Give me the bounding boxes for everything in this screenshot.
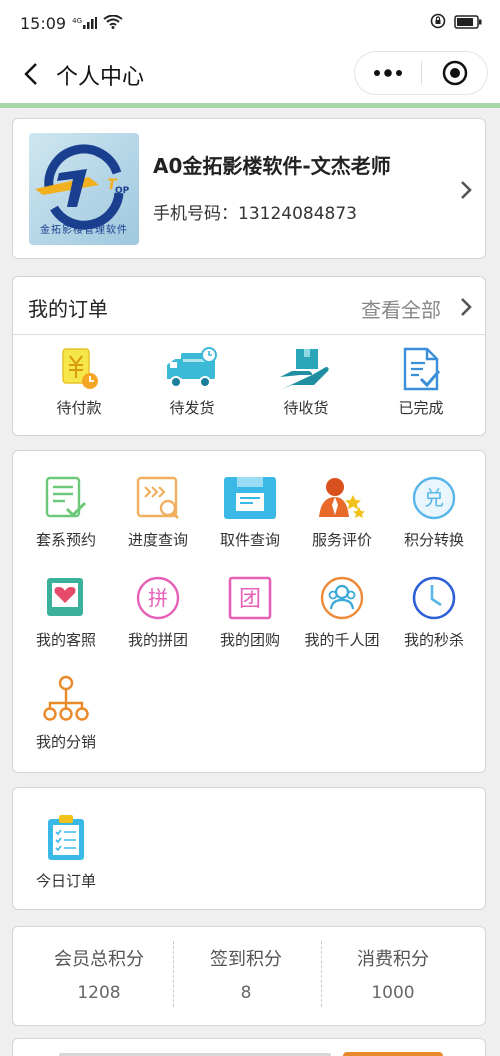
progress-search-icon [136,476,179,519]
service-label: 我的拼团 [127,631,188,649]
points-value: 1000 [371,983,415,1003]
service-label: 积分转换 [403,531,464,549]
service-review[interactable]: 服务评价 [296,475,388,550]
points-title: 签到积分 [210,949,282,970]
page-title: 个人中心 [56,65,145,90]
distribution-tree-icon [43,675,89,721]
package-card-icon [224,477,276,519]
yuan-clock-icon [62,348,98,389]
clipboard-icon [48,815,84,860]
hand-box-icon [280,349,329,389]
truck-icon [167,347,217,388]
alarm-lock-icon [430,13,446,33]
clock-icon [412,576,456,620]
next-section-button[interactable] [343,1052,443,1056]
person-stars-icon [319,478,365,518]
target-circle-icon [442,60,467,86]
chevron-right-icon [461,181,472,199]
order-pending-payment[interactable]: 待付款 [34,347,124,418]
phone-number: 13124084873 [238,204,357,224]
team-buy-glyph: 团 [239,587,261,612]
order-pending-receipt[interactable]: 待收货 [261,347,351,418]
back-button[interactable] [18,60,46,88]
service-label: 服务评价 [311,531,372,549]
battery-icon [454,14,482,33]
service-label: 我的秒杀 [403,631,464,649]
people-group-icon [320,576,364,620]
service-label: 我的分销 [35,733,96,751]
group-buy-glyph: 拼 [148,586,168,610]
wifi-icon [103,14,123,33]
more-dots-icon [374,69,402,77]
service-label: 我的千人团 [304,631,380,649]
exchange-icon: 兑 [412,476,456,520]
points-title: 会员总积分 [54,949,144,970]
service-my-team-buy[interactable]: 团 我的团购 [204,575,296,650]
logo-caption: 金拓影楼管理软件 [40,225,128,236]
today-orders[interactable]: 今日订单 [20,814,112,891]
nav-bar: 个人中心 [0,46,500,104]
service-my-photos[interactable]: 我的客照 [20,575,112,650]
group-buy-icon: 拼 [136,576,180,620]
service-label: 进度查询 [127,531,188,549]
orders-card: 我的订单 查看全部 待付款 待发货 待收货 已完成 [12,276,486,436]
service-points-exchange[interactable]: 兑 积分转换 [388,475,480,550]
photo-heart-icon [47,578,83,616]
order-label: 已完成 [398,399,444,417]
status-time: 15:09 [20,13,67,33]
orders-title: 我的订单 [28,297,108,321]
order-label: 待收货 [283,399,329,417]
service-label: 我的团购 [219,631,280,649]
service-my-thousand-group[interactable]: 我的千人团 [296,575,388,650]
chevron-right-icon [461,298,472,316]
points-card: 会员总积分 1208 签到积分 8 消费积分 1000 [12,926,486,1026]
points-value: 1208 [77,983,121,1003]
close-miniprogram-button[interactable] [422,52,487,94]
view-all-link[interactable]: 查看全部 [361,294,441,323]
status-bar: 15:09 4G [0,0,500,46]
service-pickup-query[interactable]: 取件查询 [204,475,296,550]
phone-label: 手机号码： [153,204,238,224]
points-value: 8 [240,983,252,1003]
points-title: 消费积分 [357,949,429,970]
signal-icon: 4G [72,17,97,29]
points-total[interactable]: 会员总积分 1208 [24,945,174,1003]
header-accent-line [0,103,500,108]
points-signin[interactable]: 签到积分 8 [171,945,321,1003]
order-label: 待发货 [169,399,215,417]
phone-row: 手机号码：13124084873 [153,199,357,224]
chevron-left-icon [24,63,37,85]
order-pending-shipment[interactable]: 待发货 [147,347,237,418]
service-my-group-buy[interactable]: 拼 我的拼团 [112,575,204,650]
more-button[interactable] [355,52,421,94]
services-card: 套系预约 进度查询 取件查询 服务评价 兑 积分转换 我的客照 拼 我的拼团 团… [12,450,486,773]
service-label: 取件查询 [219,531,280,549]
network-type: 4G [72,17,82,25]
today-orders-card: 今日订单 [12,787,486,910]
today-orders-label: 今日订单 [35,872,96,890]
service-my-distribution[interactable]: 我的分销 [20,675,112,752]
orders-header[interactable]: 我的订单 查看全部 [13,277,485,335]
service-label: 我的客照 [35,631,96,649]
service-label: 套系预约 [35,531,96,549]
avatar: T OP 金拓影楼管理软件 [29,133,139,245]
document-check-icon [403,347,441,391]
team-buy-icon: 团 [228,576,272,620]
svg-text:OP: OP [115,186,130,196]
exchange-glyph: 兑 [424,486,444,510]
order-label: 待付款 [56,399,102,417]
next-section-card [12,1038,486,1056]
miniprogram-capsule [354,51,488,95]
list-check-icon [45,476,87,518]
user-name: A0金拓影楼软件-文杰老师 [153,154,391,178]
service-progress-query[interactable]: 进度查询 [112,475,204,550]
service-package-booking[interactable]: 套系预约 [20,475,112,550]
order-completed[interactable]: 已完成 [376,347,466,418]
points-consumption[interactable]: 消费积分 1000 [318,945,468,1003]
profile-card[interactable]: T OP 金拓影楼管理软件 A0金拓影楼软件-文杰老师 手机号码：1312408… [12,118,486,259]
service-my-flash-sale[interactable]: 我的秒杀 [388,575,480,650]
